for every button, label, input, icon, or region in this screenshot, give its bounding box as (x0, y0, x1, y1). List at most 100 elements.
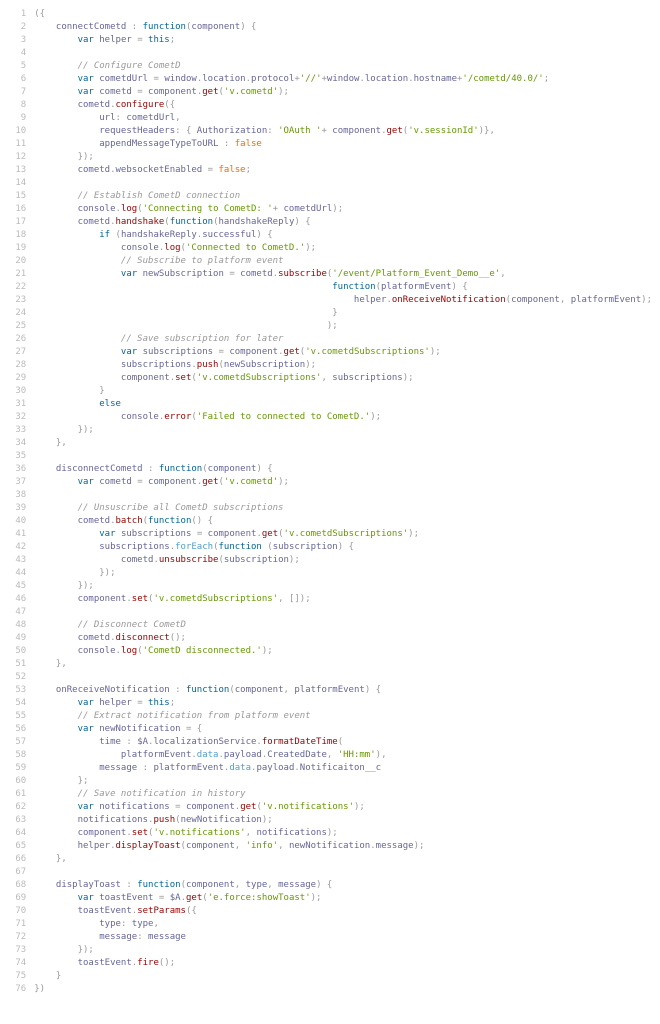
code-line: // Unsuscribe all CometD subscriptions (34, 502, 652, 515)
line-number: 54 (8, 697, 26, 710)
line-number: 11 (8, 138, 26, 151)
code-line: ); (34, 320, 652, 333)
code-line: console.log('Connecting to CometD: '+ co… (34, 203, 652, 216)
code-line (34, 177, 652, 190)
code-line: }); (34, 151, 652, 164)
line-number: 51 (8, 658, 26, 671)
code-line: }, (34, 658, 652, 671)
line-number: 7 (8, 86, 26, 99)
line-number: 30 (8, 385, 26, 398)
line-number: 61 (8, 788, 26, 801)
code-line: appendMessageTypeToURL : false (34, 138, 652, 151)
line-number: 69 (8, 892, 26, 905)
code-line: if (handshakeReply.successful) { (34, 229, 652, 242)
line-number: 4 (8, 47, 26, 60)
line-number: 56 (8, 723, 26, 736)
code-line: }) (34, 983, 652, 996)
line-number: 19 (8, 242, 26, 255)
line-number: 29 (8, 372, 26, 385)
code-line: time : $A.localizationService.formatDate… (34, 736, 652, 749)
line-number: 14 (8, 177, 26, 190)
code-line: var cometdUrl = window.location.protocol… (34, 73, 652, 86)
line-number: 70 (8, 905, 26, 918)
code-line: cometd.batch(function() { (34, 515, 652, 528)
code-block: 1234567891011121314151617181920212223242… (8, 8, 652, 996)
line-number: 40 (8, 515, 26, 528)
line-number: 49 (8, 632, 26, 645)
code-line: // Extract notification from platform ev… (34, 710, 652, 723)
line-number: 22 (8, 281, 26, 294)
code-line: } (34, 970, 652, 983)
line-number: 16 (8, 203, 26, 216)
code-line: subscriptions.forEach(function (subscrip… (34, 541, 652, 554)
line-number: 59 (8, 762, 26, 775)
line-number: 64 (8, 827, 26, 840)
code-line (34, 450, 652, 463)
line-number: 17 (8, 216, 26, 229)
line-number: 24 (8, 307, 26, 320)
code-line: cometd.handshake(function(handshakeReply… (34, 216, 652, 229)
line-numbers: 1234567891011121314151617181920212223242… (8, 8, 34, 996)
code-line: }); (34, 580, 652, 593)
line-number: 53 (8, 684, 26, 697)
line-number: 8 (8, 99, 26, 112)
code-line: var helper = this; (34, 34, 652, 47)
code-line: helper.displayToast(component, 'info', n… (34, 840, 652, 853)
code-line: var newSubscription = cometd.subscribe('… (34, 268, 652, 281)
line-number: 45 (8, 580, 26, 593)
line-number: 36 (8, 463, 26, 476)
line-number: 75 (8, 970, 26, 983)
code-line: message: message (34, 931, 652, 944)
code-line (34, 47, 652, 60)
line-number: 33 (8, 424, 26, 437)
code-lines: ({ connectCometd : function(component) {… (34, 8, 652, 996)
line-number: 42 (8, 541, 26, 554)
line-number: 10 (8, 125, 26, 138)
code-line: }, (34, 853, 652, 866)
code-line: component.set('v.notifications', notific… (34, 827, 652, 840)
line-number: 58 (8, 749, 26, 762)
code-line: var cometd = component.get('v.cometd'); (34, 86, 652, 99)
code-line: var notifications = component.get('v.not… (34, 801, 652, 814)
code-line: } (34, 307, 652, 320)
line-number: 65 (8, 840, 26, 853)
code-line: // Configure CometD (34, 60, 652, 73)
code-line: }; (34, 775, 652, 788)
code-line: onReceiveNotification : function(compone… (34, 684, 652, 697)
code-line (34, 606, 652, 619)
line-number: 2 (8, 21, 26, 34)
code-line: console.log('CometD disconnected.'); (34, 645, 652, 658)
line-number: 62 (8, 801, 26, 814)
line-number: 9 (8, 112, 26, 125)
code-line (34, 489, 652, 502)
line-number: 39 (8, 502, 26, 515)
line-number: 72 (8, 931, 26, 944)
code-line: // Save subscription for later (34, 333, 652, 346)
code-line (34, 866, 652, 879)
line-number: 50 (8, 645, 26, 658)
line-number: 21 (8, 268, 26, 281)
line-number: 71 (8, 918, 26, 931)
line-number: 1 (8, 8, 26, 21)
code-line: // Save notification in history (34, 788, 652, 801)
code-line: console.log('Connected to CometD.'); (34, 242, 652, 255)
code-line (34, 671, 652, 684)
code-line: ({ (34, 8, 652, 21)
code-line: disconnectCometd : function(component) { (34, 463, 652, 476)
code-line: url: cometdUrl, (34, 112, 652, 125)
line-number: 73 (8, 944, 26, 957)
line-number: 52 (8, 671, 26, 684)
line-number: 32 (8, 411, 26, 424)
code-line: cometd.websocketEnabled = false; (34, 164, 652, 177)
line-number: 66 (8, 853, 26, 866)
code-line: }); (34, 567, 652, 580)
line-number: 41 (8, 528, 26, 541)
code-line: function(platformEvent) { (34, 281, 652, 294)
code-line: var subscriptions = component.get('v.com… (34, 528, 652, 541)
line-number: 23 (8, 294, 26, 307)
code-line: cometd.configure({ (34, 99, 652, 112)
line-number: 13 (8, 164, 26, 177)
code-line: subscriptions.push(newSubscription); (34, 359, 652, 372)
code-line: var subscriptions = component.get('v.com… (34, 346, 652, 359)
code-line: type: type, (34, 918, 652, 931)
